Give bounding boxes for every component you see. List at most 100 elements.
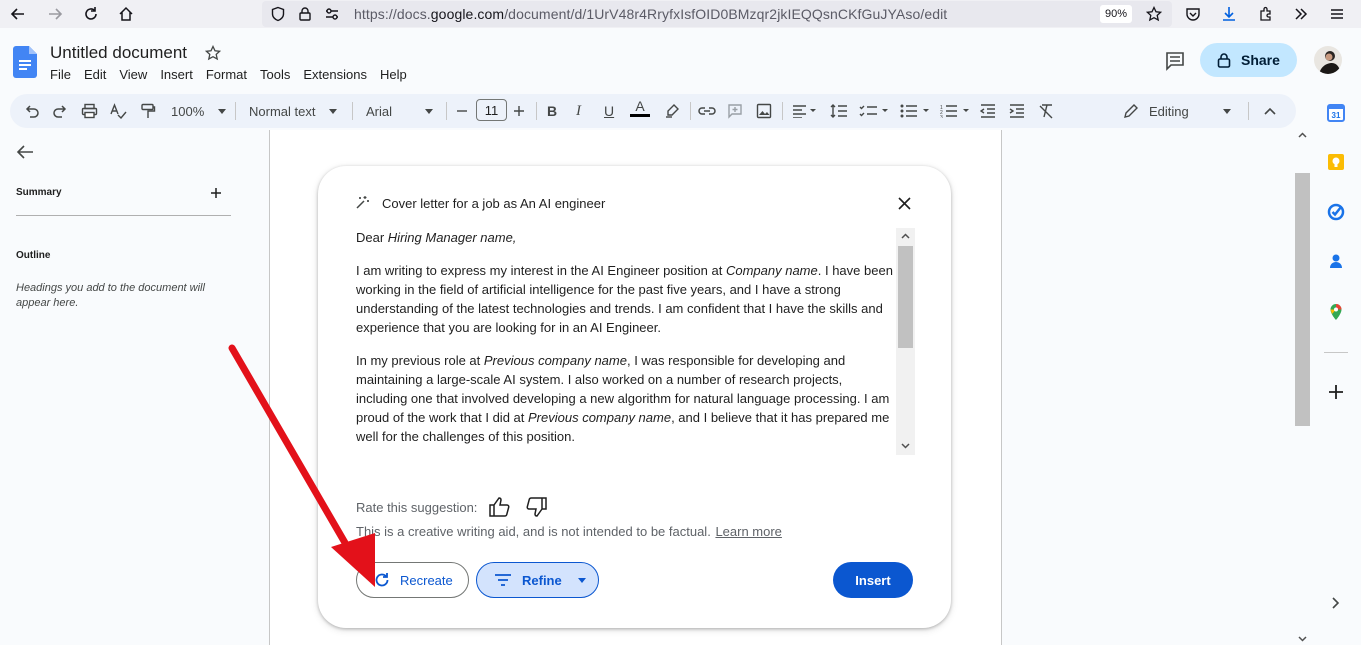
menu-edit[interactable]: Edit xyxy=(84,67,106,82)
editing-mode-select[interactable]: Editing xyxy=(1123,100,1235,122)
paint-format-icon[interactable] xyxy=(140,100,156,122)
font-size-input[interactable]: 11 xyxy=(476,99,507,121)
address-bar[interactable]: https://docs.google.com/document/d/1UrV4… xyxy=(262,1,1172,27)
recreate-button[interactable]: Recreate xyxy=(356,562,469,598)
menu-extensions[interactable]: Extensions xyxy=(303,67,367,82)
highlight-icon[interactable] xyxy=(664,100,680,122)
scroll-up-icon[interactable] xyxy=(1298,132,1307,138)
comments-icon[interactable] xyxy=(1165,51,1185,71)
avatar[interactable] xyxy=(1314,46,1342,74)
outline-label: Outline xyxy=(16,250,51,261)
add-summary-icon[interactable] xyxy=(210,187,222,199)
calendar-icon[interactable]: 31 xyxy=(1327,104,1345,122)
add-comment-icon[interactable] xyxy=(727,100,743,122)
scroll-down-icon[interactable] xyxy=(901,443,910,449)
back-arrow-icon[interactable] xyxy=(16,144,34,160)
placeholder-company: Company name xyxy=(725,263,818,278)
help-me-write-dialog: Cover letter for a job as An AI engineer… xyxy=(318,166,951,628)
thumbs-up-icon[interactable] xyxy=(489,497,510,517)
text-color-icon[interactable]: A xyxy=(630,98,650,120)
shield-icon[interactable] xyxy=(267,3,289,25)
url-text[interactable]: https://docs.google.com/document/d/1UrV4… xyxy=(354,6,947,22)
svg-text:31: 31 xyxy=(1332,111,1341,120)
divider xyxy=(16,215,231,216)
font-size-value: 11 xyxy=(484,102,499,118)
link-icon[interactable] xyxy=(698,100,716,122)
numbered-list-icon[interactable]: 123 xyxy=(940,100,970,122)
greeting: Dear Hiring Manager name, xyxy=(356,228,896,247)
url-path: /document/d/1UrV48r4RryfxIsfOID0BMzqr2jk… xyxy=(504,6,948,22)
clear-formatting-icon[interactable] xyxy=(1038,100,1054,122)
scrollbar-thumb[interactable] xyxy=(898,246,913,348)
keep-icon[interactable] xyxy=(1327,153,1345,171)
editing-mode-value: Editing xyxy=(1149,103,1189,119)
increase-font-size-icon[interactable] xyxy=(513,100,525,122)
pocket-icon[interactable] xyxy=(1182,3,1204,25)
share-button[interactable]: Share xyxy=(1200,43,1297,77)
checklist-icon[interactable] xyxy=(859,100,889,122)
overflow-chevron-icon[interactable] xyxy=(1290,3,1312,25)
menu-insert[interactable]: Insert xyxy=(160,67,193,82)
collapse-toolbar-icon[interactable] xyxy=(1264,100,1276,122)
decrease-indent-icon[interactable] xyxy=(980,100,996,122)
menu-help[interactable]: Help xyxy=(380,67,407,82)
maps-icon[interactable] xyxy=(1327,303,1345,321)
back-icon[interactable] xyxy=(7,3,29,25)
extensions-icon[interactable] xyxy=(1255,3,1277,25)
page-scrollbar[interactable] xyxy=(1294,130,1311,645)
redo-icon[interactable] xyxy=(52,100,68,122)
bold-icon[interactable]: B xyxy=(547,100,557,122)
scroll-down-icon[interactable] xyxy=(1298,636,1307,642)
svg-text:3: 3 xyxy=(940,115,943,118)
expand-panel-icon[interactable] xyxy=(1332,597,1340,609)
disclaimer-text: This is a creative writing aid, and is n… xyxy=(356,524,711,539)
print-icon[interactable] xyxy=(81,100,98,122)
text-scrollbar[interactable] xyxy=(896,228,915,455)
chevron-down-icon xyxy=(577,577,586,583)
menu-tools[interactable]: Tools xyxy=(260,67,290,82)
refine-button[interactable]: Refine xyxy=(476,562,599,598)
zoom-select[interactable]: 100% xyxy=(171,100,227,122)
menu-file[interactable]: File xyxy=(50,67,71,82)
paragraph-style-select[interactable]: Normal text xyxy=(249,100,341,122)
font-select[interactable]: Arial xyxy=(366,100,436,122)
learn-more-link[interactable]: Learn more xyxy=(715,524,781,539)
reload-icon[interactable] xyxy=(80,3,102,25)
home-icon[interactable] xyxy=(115,3,137,25)
increase-indent-icon[interactable] xyxy=(1009,100,1025,122)
docs-logo-icon[interactable] xyxy=(13,46,37,78)
bulleted-list-icon[interactable] xyxy=(900,100,930,122)
menu-bar: File Edit View Insert Format Tools Exten… xyxy=(50,67,420,82)
add-app-icon[interactable] xyxy=(1328,384,1344,400)
bookmark-star-icon[interactable] xyxy=(1143,3,1165,25)
decrease-font-size-icon[interactable] xyxy=(456,100,468,122)
spellcheck-icon[interactable] xyxy=(110,100,127,122)
line-spacing-icon[interactable] xyxy=(830,100,848,122)
refine-label: Refine xyxy=(522,572,562,588)
star-icon[interactable] xyxy=(205,45,221,61)
document-title[interactable]: Untitled document xyxy=(50,43,187,63)
pencil-icon xyxy=(1123,103,1139,119)
forward-icon[interactable] xyxy=(44,3,66,25)
permissions-icon[interactable] xyxy=(321,3,343,25)
underline-icon[interactable]: U xyxy=(604,100,614,122)
scrollbar-thumb[interactable] xyxy=(1295,173,1310,426)
zoom-indicator[interactable]: 90% xyxy=(1100,5,1133,23)
downloads-icon[interactable] xyxy=(1218,3,1240,25)
insert-button[interactable]: Insert xyxy=(833,562,913,598)
thumbs-down-icon[interactable] xyxy=(526,497,547,517)
generated-text: Dear Hiring Manager name, I am writing t… xyxy=(356,228,896,460)
menu-view[interactable]: View xyxy=(119,67,147,82)
italic-icon[interactable]: I xyxy=(576,100,581,122)
scroll-up-icon[interactable] xyxy=(901,233,910,239)
hamburger-menu-icon[interactable] xyxy=(1326,3,1348,25)
menu-format[interactable]: Format xyxy=(206,67,247,82)
formatting-toolbar: 100% Normal text Arial 11 B I U A 1 2 3 … xyxy=(10,94,1296,128)
undo-icon[interactable] xyxy=(24,100,40,122)
insert-image-icon[interactable] xyxy=(756,100,772,122)
contacts-icon[interactable] xyxy=(1327,252,1345,270)
lock-icon[interactable] xyxy=(294,3,316,25)
align-icon[interactable] xyxy=(792,100,816,122)
tasks-icon[interactable] xyxy=(1327,203,1345,221)
close-icon[interactable] xyxy=(898,197,911,210)
